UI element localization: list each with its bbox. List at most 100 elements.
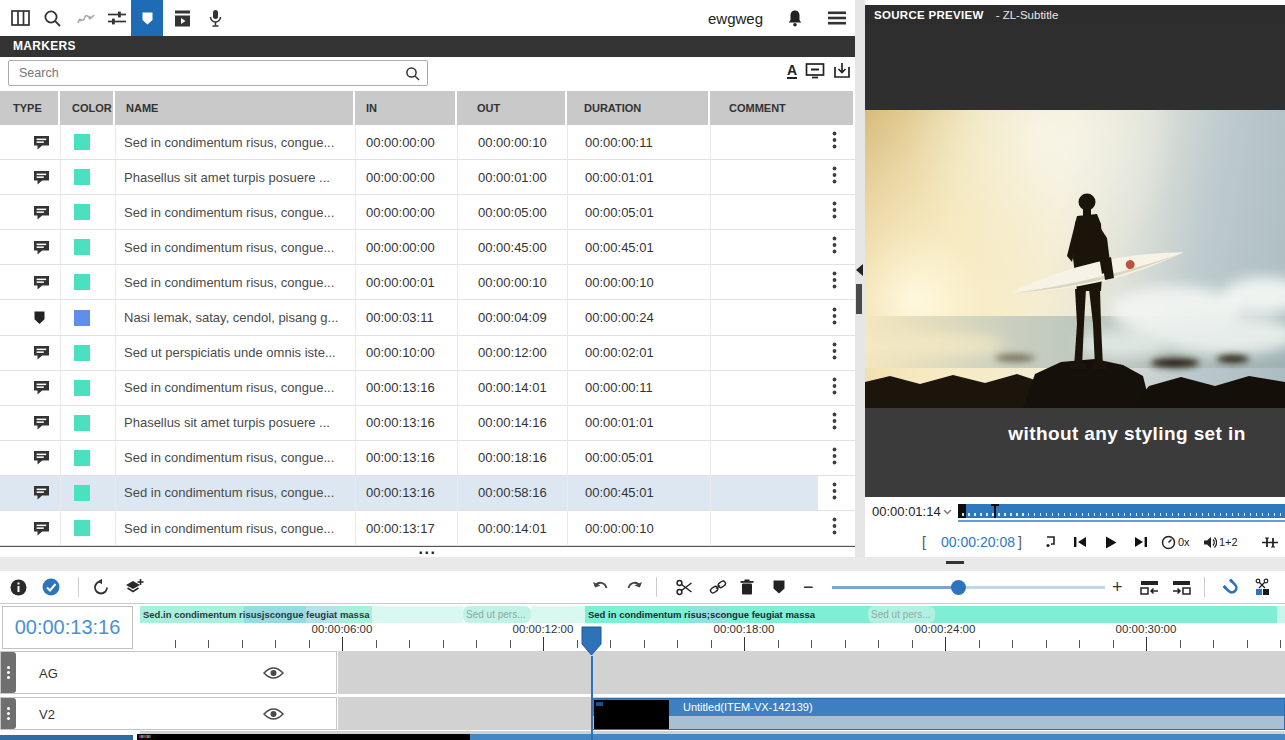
current-timecode[interactable]: 00:00:01:14 (872, 504, 941, 519)
playback-speed-icon[interactable]: 0x (1161, 527, 1190, 557)
row-menu[interactable] (818, 336, 855, 370)
approve-icon[interactable] (42, 571, 60, 603)
import-icon[interactable] (833, 62, 851, 79)
track-visibility-icon[interactable] (263, 707, 284, 720)
mark-in-bracket[interactable]: [ (922, 527, 926, 557)
row-menu[interactable] (818, 265, 855, 299)
audio-channels-icon[interactable]: 1+2 (1203, 527, 1238, 557)
subtitle-strip[interactable]: Sed.in condimentum risusjscongue feugiat… (140, 606, 1285, 623)
row-menu[interactable] (818, 406, 855, 440)
notifications-icon[interactable] (787, 9, 803, 27)
track-header-v2[interactable]: V2 (0, 697, 337, 730)
search-tool-icon[interactable] (35, 0, 69, 36)
razor-icon[interactable] (1254, 571, 1272, 603)
horizontal-scrollbar-thumb[interactable] (0, 735, 133, 740)
row-menu[interactable] (818, 476, 855, 510)
column-header-comment[interactable]: COMMENT (710, 91, 855, 125)
duration-timecode[interactable]: 00:00:20:08 (941, 527, 1015, 557)
marker-row[interactable]: Sed in condimentum risus, congue...00:00… (0, 371, 855, 406)
column-header-name[interactable]: NAME (115, 91, 355, 125)
panels-icon[interactable] (3, 0, 37, 36)
delete-icon[interactable] (740, 571, 754, 603)
kebab-icon[interactable] (832, 236, 837, 258)
kebab-icon[interactable] (832, 412, 837, 434)
goto-in-icon[interactable] (1043, 527, 1058, 557)
row-menu[interactable] (818, 160, 855, 194)
column-header-out[interactable]: OUT (457, 91, 567, 125)
marker-row[interactable]: Sed in condimentum risus, congue...00:00… (0, 441, 855, 476)
timeline-ruler[interactable]: Sed.in condimentum risusjscongue feugiat… (140, 604, 1285, 651)
kebab-icon[interactable] (832, 377, 837, 399)
chevron-down-icon[interactable] (943, 509, 951, 517)
kebab-icon[interactable] (832, 307, 837, 329)
scrollbar-thumb[interactable] (856, 284, 862, 314)
timeline-current-timecode[interactable]: 00:00:13:16 (15, 616, 121, 639)
track-lane-v2[interactable]: Untitled(ITEM-VX-142139) (338, 697, 1285, 730)
marker-row[interactable]: Phasellus sit amet turpis posuere ...00:… (0, 160, 855, 195)
resize-handle[interactable] (946, 561, 964, 564)
track-drag-handle[interactable] (1, 698, 16, 729)
settings-adjust-icon[interactable] (1262, 527, 1278, 557)
zoom-slider[interactable] (832, 586, 1105, 589)
row-menu[interactable] (818, 230, 855, 264)
row-menu[interactable] (818, 371, 855, 405)
zoom-in-icon[interactable]: + (1112, 571, 1123, 603)
marker-row[interactable]: Sed ut perspiciatis unde omnis iste...00… (0, 336, 855, 371)
redo-icon[interactable] (626, 571, 643, 603)
microphone-icon[interactable] (198, 0, 232, 36)
search-input[interactable] (8, 60, 428, 86)
cut-icon[interactable] (676, 571, 693, 603)
snap-magnet-icon[interactable] (1222, 571, 1241, 603)
undo-icon[interactable] (592, 571, 609, 603)
marker-row[interactable]: Nasi lemak, satay, cendol, pisang g...00… (0, 300, 855, 335)
project-name[interactable]: ewgweg (708, 10, 763, 27)
playhead[interactable] (581, 626, 602, 656)
marker-row[interactable]: Sed in condimentum risus, congue...00:00… (0, 476, 855, 511)
kebab-icon[interactable] (832, 131, 837, 153)
resize-gutter[interactable] (0, 557, 1285, 571)
row-menu[interactable] (818, 511, 855, 545)
menu-icon[interactable] (827, 10, 847, 26)
kebab-icon[interactable] (832, 342, 837, 364)
mark-out-bracket[interactable]: ] (1018, 527, 1022, 557)
kebab-icon[interactable] (832, 201, 837, 223)
marker-row[interactable]: Sed in condimentum risus, congue...00:00… (0, 230, 855, 265)
markers-tool-icon[interactable] (131, 0, 163, 36)
previous-frame-icon[interactable] (1073, 527, 1087, 557)
route-tool-icon[interactable] (69, 0, 103, 36)
add-layer-icon[interactable] (124, 571, 144, 603)
next-frame-icon[interactable] (1134, 527, 1148, 557)
kebab-icon[interactable] (832, 166, 837, 188)
column-header-type[interactable]: TYPE (0, 91, 60, 125)
scrubber-playhead[interactable] (958, 504, 966, 518)
marker-row[interactable]: Sed in condimentum risus, congue...00:00… (0, 125, 855, 160)
column-header-color[interactable]: COLOR (60, 91, 115, 125)
insert-icon[interactable] (1140, 571, 1159, 603)
refresh-icon[interactable] (92, 571, 110, 603)
play-icon[interactable] (1105, 527, 1117, 557)
preview-scrubber[interactable] (958, 504, 1285, 518)
video-viewport[interactable]: without any styling set in (865, 24, 1285, 497)
kebab-icon[interactable] (832, 271, 837, 293)
collapse-panel-icon[interactable] (856, 264, 863, 276)
row-menu[interactable] (818, 125, 855, 159)
add-marker-icon[interactable] (772, 571, 786, 603)
row-menu[interactable] (818, 441, 855, 475)
column-header-in[interactable]: IN (355, 91, 457, 125)
column-header-duration[interactable]: DURATION (567, 91, 710, 125)
display-subtitle-icon[interactable] (805, 62, 825, 79)
timeline-clip[interactable]: Untitled(ITEM-VX-142139) (592, 698, 1285, 730)
kebab-icon[interactable] (832, 447, 837, 469)
info-icon[interactable] (10, 571, 27, 603)
export-tool-icon[interactable] (165, 0, 199, 36)
kebab-icon[interactable] (832, 517, 837, 539)
track-header-ag[interactable]: AG (0, 651, 337, 694)
track-visibility-icon[interactable] (263, 666, 284, 679)
search-input-field[interactable] (19, 61, 389, 85)
zoom-slider-knob[interactable] (951, 580, 966, 595)
adjust-tool-icon[interactable] (100, 0, 134, 36)
marker-row[interactable]: Sed in condimentum risus, congue...00:00… (0, 195, 855, 230)
text-style-icon[interactable]: A (787, 63, 797, 79)
track-drag-handle[interactable] (1, 652, 16, 693)
row-menu[interactable] (818, 300, 855, 334)
